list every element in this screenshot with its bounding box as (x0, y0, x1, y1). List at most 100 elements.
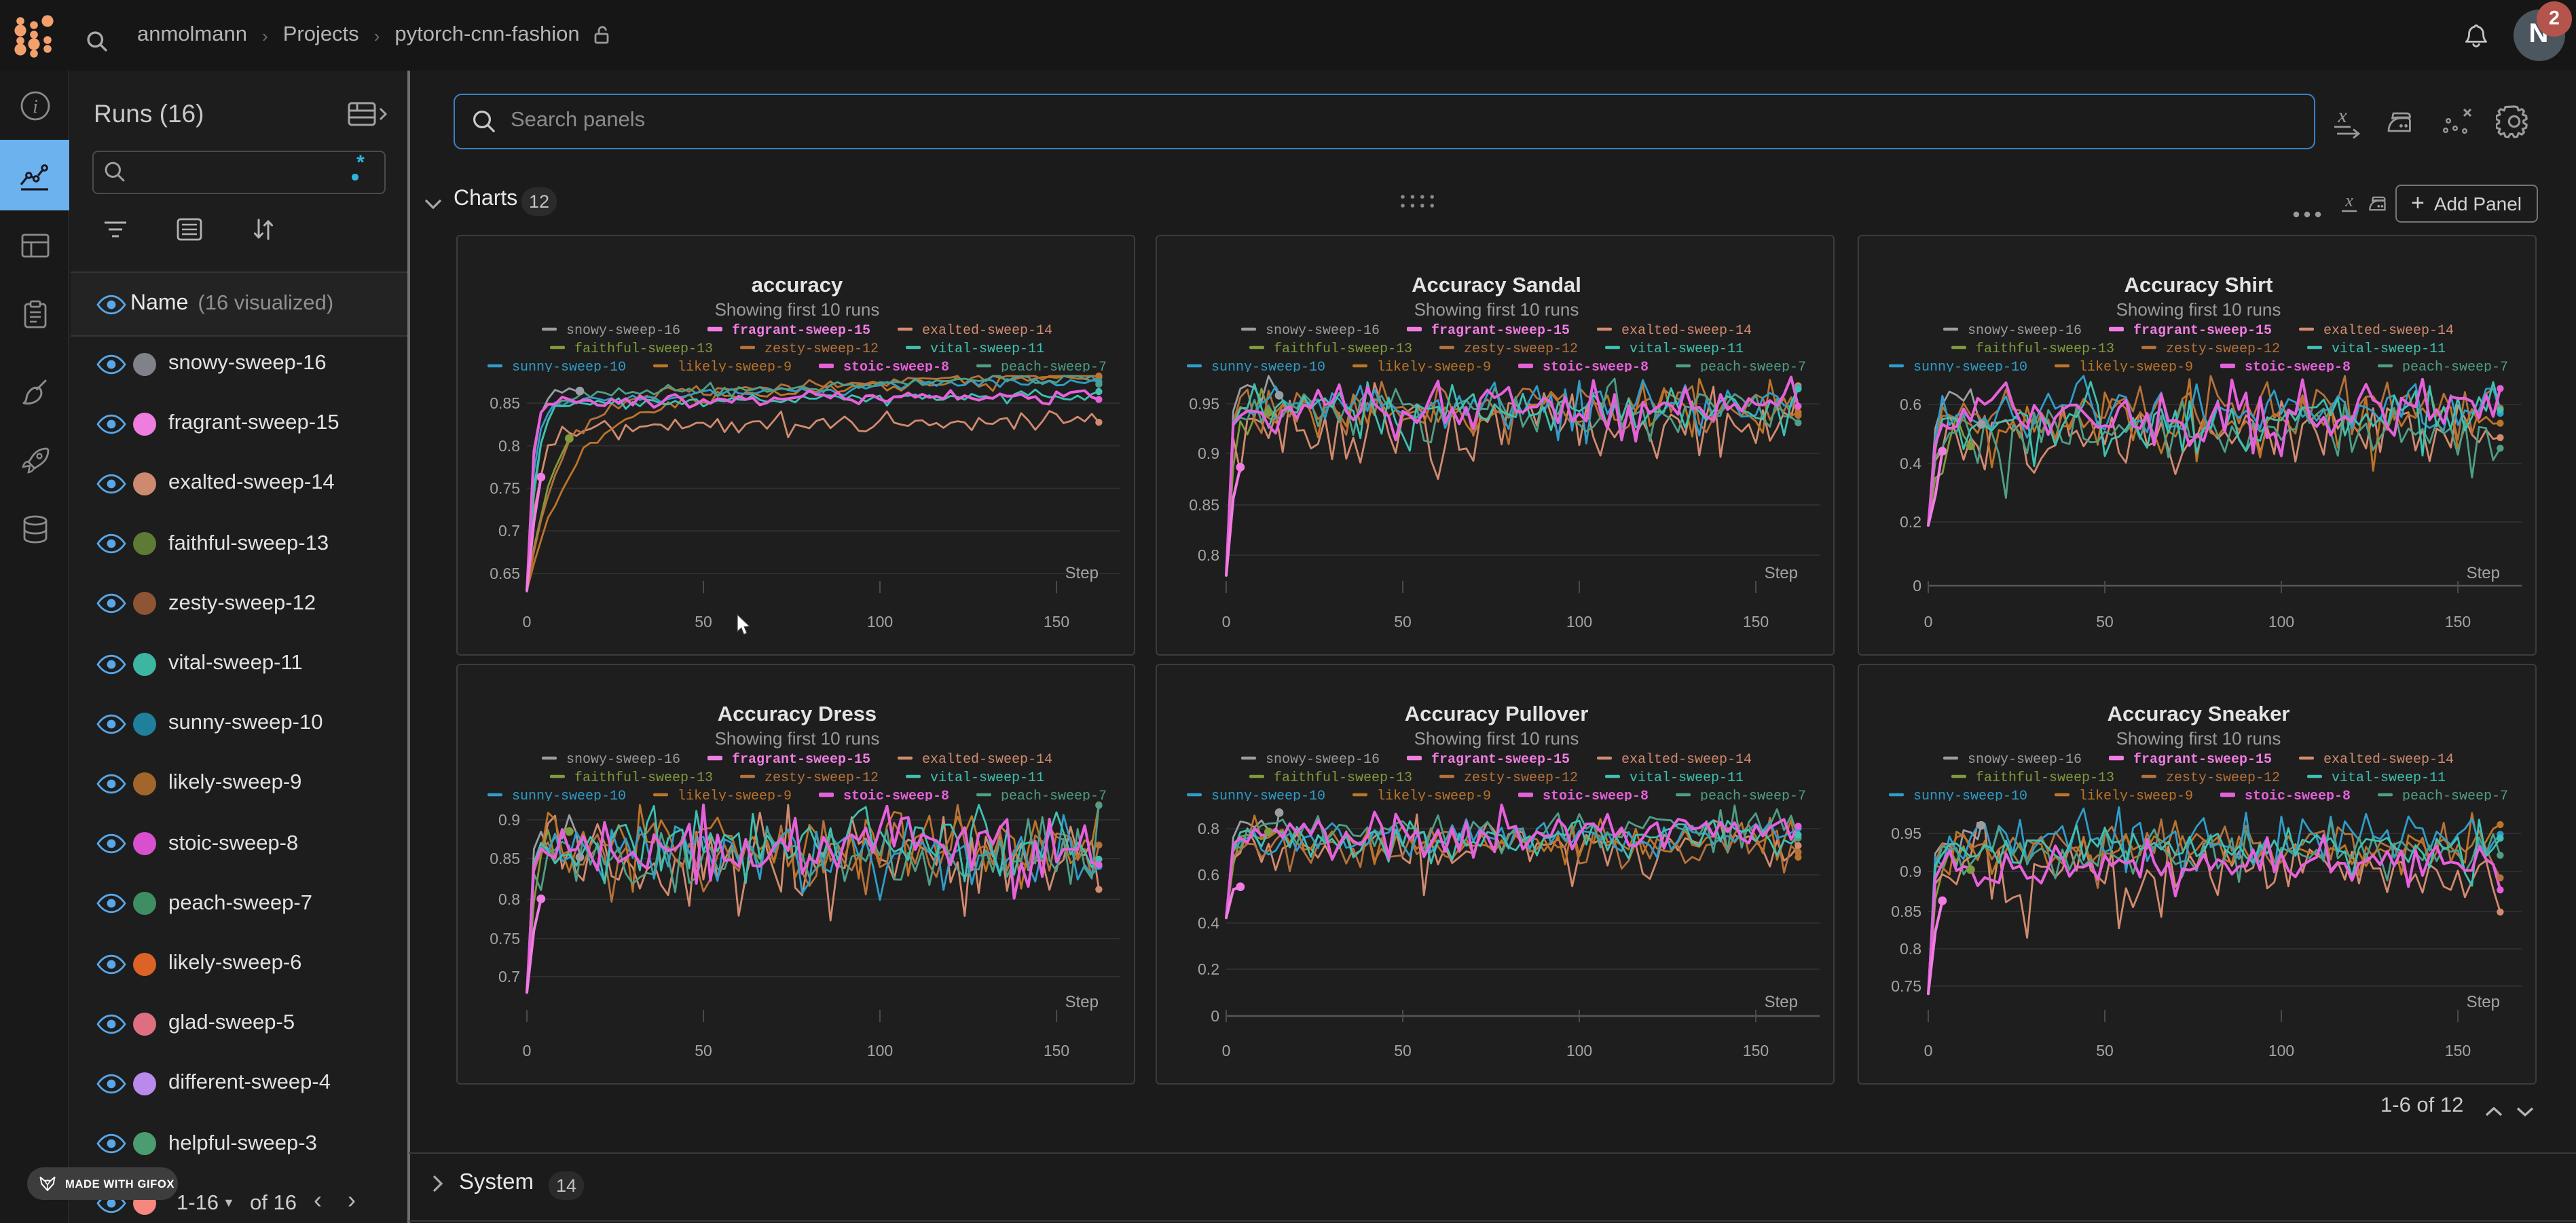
svg-text:zesty-sweep-12: zesty-sweep-12 (2166, 341, 2280, 357)
svg-text:fragrant-sweep-15: fragrant-sweep-15 (731, 323, 870, 339)
svg-text:zesty-sweep-12: zesty-sweep-12 (1463, 341, 1577, 357)
svg-text:fragrant-sweep-15: fragrant-sweep-15 (2133, 751, 2272, 767)
svg-text:0.4: 0.4 (1900, 455, 1921, 472)
svg-text:0.8: 0.8 (498, 437, 519, 455)
svg-text:50: 50 (694, 1041, 712, 1059)
svg-text:100: 100 (1566, 1041, 1591, 1059)
svg-text:150: 150 (2445, 1041, 2471, 1059)
svg-text:0.65: 0.65 (489, 565, 519, 582)
svg-text:vital-sweep-11: vital-sweep-11 (1629, 770, 1743, 785)
svg-text:50: 50 (694, 613, 712, 631)
svg-text:vital-sweep-11: vital-sweep-11 (2332, 770, 2446, 785)
svg-text:100: 100 (1566, 613, 1591, 631)
svg-text:exalted-sweep-14: exalted-sweep-14 (1621, 323, 1751, 339)
svg-text:zesty-sweep-12: zesty-sweep-12 (1463, 770, 1577, 785)
svg-text:snowy-sweep-16: snowy-sweep-16 (1968, 323, 2082, 339)
svg-text:Step: Step (1764, 564, 1797, 582)
svg-text:zesty-sweep-12: zesty-sweep-12 (764, 770, 878, 785)
svg-text:sunny-sweep-10: sunny-sweep-10 (1211, 360, 1325, 375)
svg-text:0.8: 0.8 (1197, 819, 1219, 837)
svg-text:faithful-sweep-13: faithful-sweep-13 (1273, 341, 1412, 357)
svg-text:likely-sweep-9: likely-sweep-9 (1376, 788, 1490, 804)
svg-text:likely-sweep-9: likely-sweep-9 (677, 360, 791, 375)
svg-text:likely-sweep-9: likely-sweep-9 (2079, 788, 2193, 804)
svg-text:zesty-sweep-12: zesty-sweep-12 (764, 341, 878, 357)
svg-text:faithful-sweep-13: faithful-sweep-13 (1976, 341, 2114, 357)
svg-text:vital-sweep-11: vital-sweep-11 (1629, 341, 1743, 357)
svg-text:0.75: 0.75 (1891, 977, 1921, 994)
svg-text:peach-sweep-7: peach-sweep-7 (1699, 788, 1805, 804)
svg-text:sunny-sweep-10: sunny-sweep-10 (511, 360, 625, 375)
svg-text:peach-sweep-7: peach-sweep-7 (1000, 788, 1106, 804)
svg-text:0.9: 0.9 (498, 810, 519, 828)
svg-text:0.4: 0.4 (1197, 914, 1219, 931)
svg-text:fragrant-sweep-15: fragrant-sweep-15 (2133, 323, 2272, 339)
svg-text:sunny-sweep-10: sunny-sweep-10 (1913, 788, 2027, 804)
svg-text:vital-sweep-11: vital-sweep-11 (2332, 341, 2446, 357)
svg-text:stoic-sweep-8: stoic-sweep-8 (843, 788, 949, 804)
svg-text:Showing first 10 runs: Showing first 10 runs (2116, 728, 2281, 748)
svg-text:fragrant-sweep-15: fragrant-sweep-15 (731, 751, 870, 767)
svg-text:Showing first 10 runs: Showing first 10 runs (714, 299, 879, 320)
svg-text:Showing first 10 runs: Showing first 10 runs (1414, 728, 1579, 748)
svg-text:0.8: 0.8 (498, 890, 519, 907)
svg-text:150: 150 (2445, 613, 2471, 631)
svg-text:Step: Step (2467, 992, 2500, 1011)
svg-text:snowy-sweep-16: snowy-sweep-16 (566, 323, 680, 339)
svg-text:faithful-sweep-13: faithful-sweep-13 (574, 770, 712, 785)
svg-text:0: 0 (1221, 1041, 1230, 1059)
svg-text:exalted-sweep-14: exalted-sweep-14 (1621, 751, 1751, 767)
svg-text:Accuracy Dress: Accuracy Dress (717, 701, 876, 725)
svg-text:Step: Step (1065, 992, 1098, 1011)
svg-text:0: 0 (1210, 1006, 1219, 1024)
svg-text:likely-sweep-9: likely-sweep-9 (2079, 360, 2193, 375)
svg-text:0.2: 0.2 (1900, 513, 1921, 531)
svg-text:Step: Step (1764, 992, 1797, 1011)
svg-text:exalted-sweep-14: exalted-sweep-14 (921, 751, 1052, 767)
svg-text:150: 150 (1742, 613, 1768, 631)
svg-text:stoic-sweep-8: stoic-sweep-8 (1542, 360, 1648, 375)
svg-text:50: 50 (1393, 1041, 1411, 1059)
svg-text:Showing first 10 runs: Showing first 10 runs (2116, 299, 2281, 320)
svg-text:peach-sweep-7: peach-sweep-7 (1699, 360, 1805, 375)
svg-text:0.2: 0.2 (1197, 960, 1219, 977)
svg-text:fragrant-sweep-15: fragrant-sweep-15 (1431, 323, 1569, 339)
svg-text:stoic-sweep-8: stoic-sweep-8 (2245, 788, 2351, 804)
svg-text:stoic-sweep-8: stoic-sweep-8 (2245, 360, 2351, 375)
svg-text:Accuracy Pullover: Accuracy Pullover (1404, 701, 1588, 725)
svg-text:sunny-sweep-10: sunny-sweep-10 (1913, 360, 2027, 375)
svg-text:Showing first 10 runs: Showing first 10 runs (1414, 299, 1579, 320)
svg-text:stoic-sweep-8: stoic-sweep-8 (1542, 788, 1648, 804)
svg-text:i: i (33, 96, 38, 117)
svg-text:50: 50 (2096, 1041, 2114, 1059)
svg-text:150: 150 (1742, 1041, 1768, 1059)
svg-text:vital-sweep-11: vital-sweep-11 (930, 341, 1044, 357)
svg-text:snowy-sweep-16: snowy-sweep-16 (1968, 751, 2082, 767)
svg-text:faithful-sweep-13: faithful-sweep-13 (574, 341, 712, 357)
svg-text:snowy-sweep-16: snowy-sweep-16 (1265, 751, 1379, 767)
svg-text:0.9: 0.9 (1197, 445, 1219, 462)
svg-text:sunny-sweep-10: sunny-sweep-10 (511, 788, 625, 804)
svg-text:0.95: 0.95 (1188, 395, 1219, 413)
svg-text:stoic-sweep-8: stoic-sweep-8 (843, 360, 949, 375)
svg-text:snowy-sweep-16: snowy-sweep-16 (1265, 323, 1379, 339)
svg-text:sunny-sweep-10: sunny-sweep-10 (1211, 788, 1325, 804)
svg-text:likely-sweep-9: likely-sweep-9 (677, 788, 791, 804)
svg-text:0.6: 0.6 (1197, 865, 1219, 883)
svg-text:zesty-sweep-12: zesty-sweep-12 (2166, 770, 2280, 785)
svg-text:0.75: 0.75 (489, 480, 519, 497)
svg-text:0.85: 0.85 (1891, 902, 1921, 920)
svg-text:150: 150 (1043, 613, 1069, 631)
svg-text:x: x (2344, 191, 2353, 210)
svg-text:0: 0 (522, 613, 531, 631)
svg-text:100: 100 (2268, 613, 2294, 631)
svg-text:0.75: 0.75 (489, 929, 519, 947)
svg-text:0: 0 (1924, 613, 1933, 631)
svg-text:x: x (2337, 105, 2347, 127)
svg-text:100: 100 (866, 613, 892, 631)
svg-text:0.85: 0.85 (1188, 496, 1219, 514)
svg-text:0.6: 0.6 (1900, 396, 1921, 413)
svg-text:fragrant-sweep-15: fragrant-sweep-15 (1431, 751, 1569, 767)
svg-text:exalted-sweep-14: exalted-sweep-14 (2323, 323, 2454, 339)
svg-text:0.8: 0.8 (1900, 939, 1921, 957)
